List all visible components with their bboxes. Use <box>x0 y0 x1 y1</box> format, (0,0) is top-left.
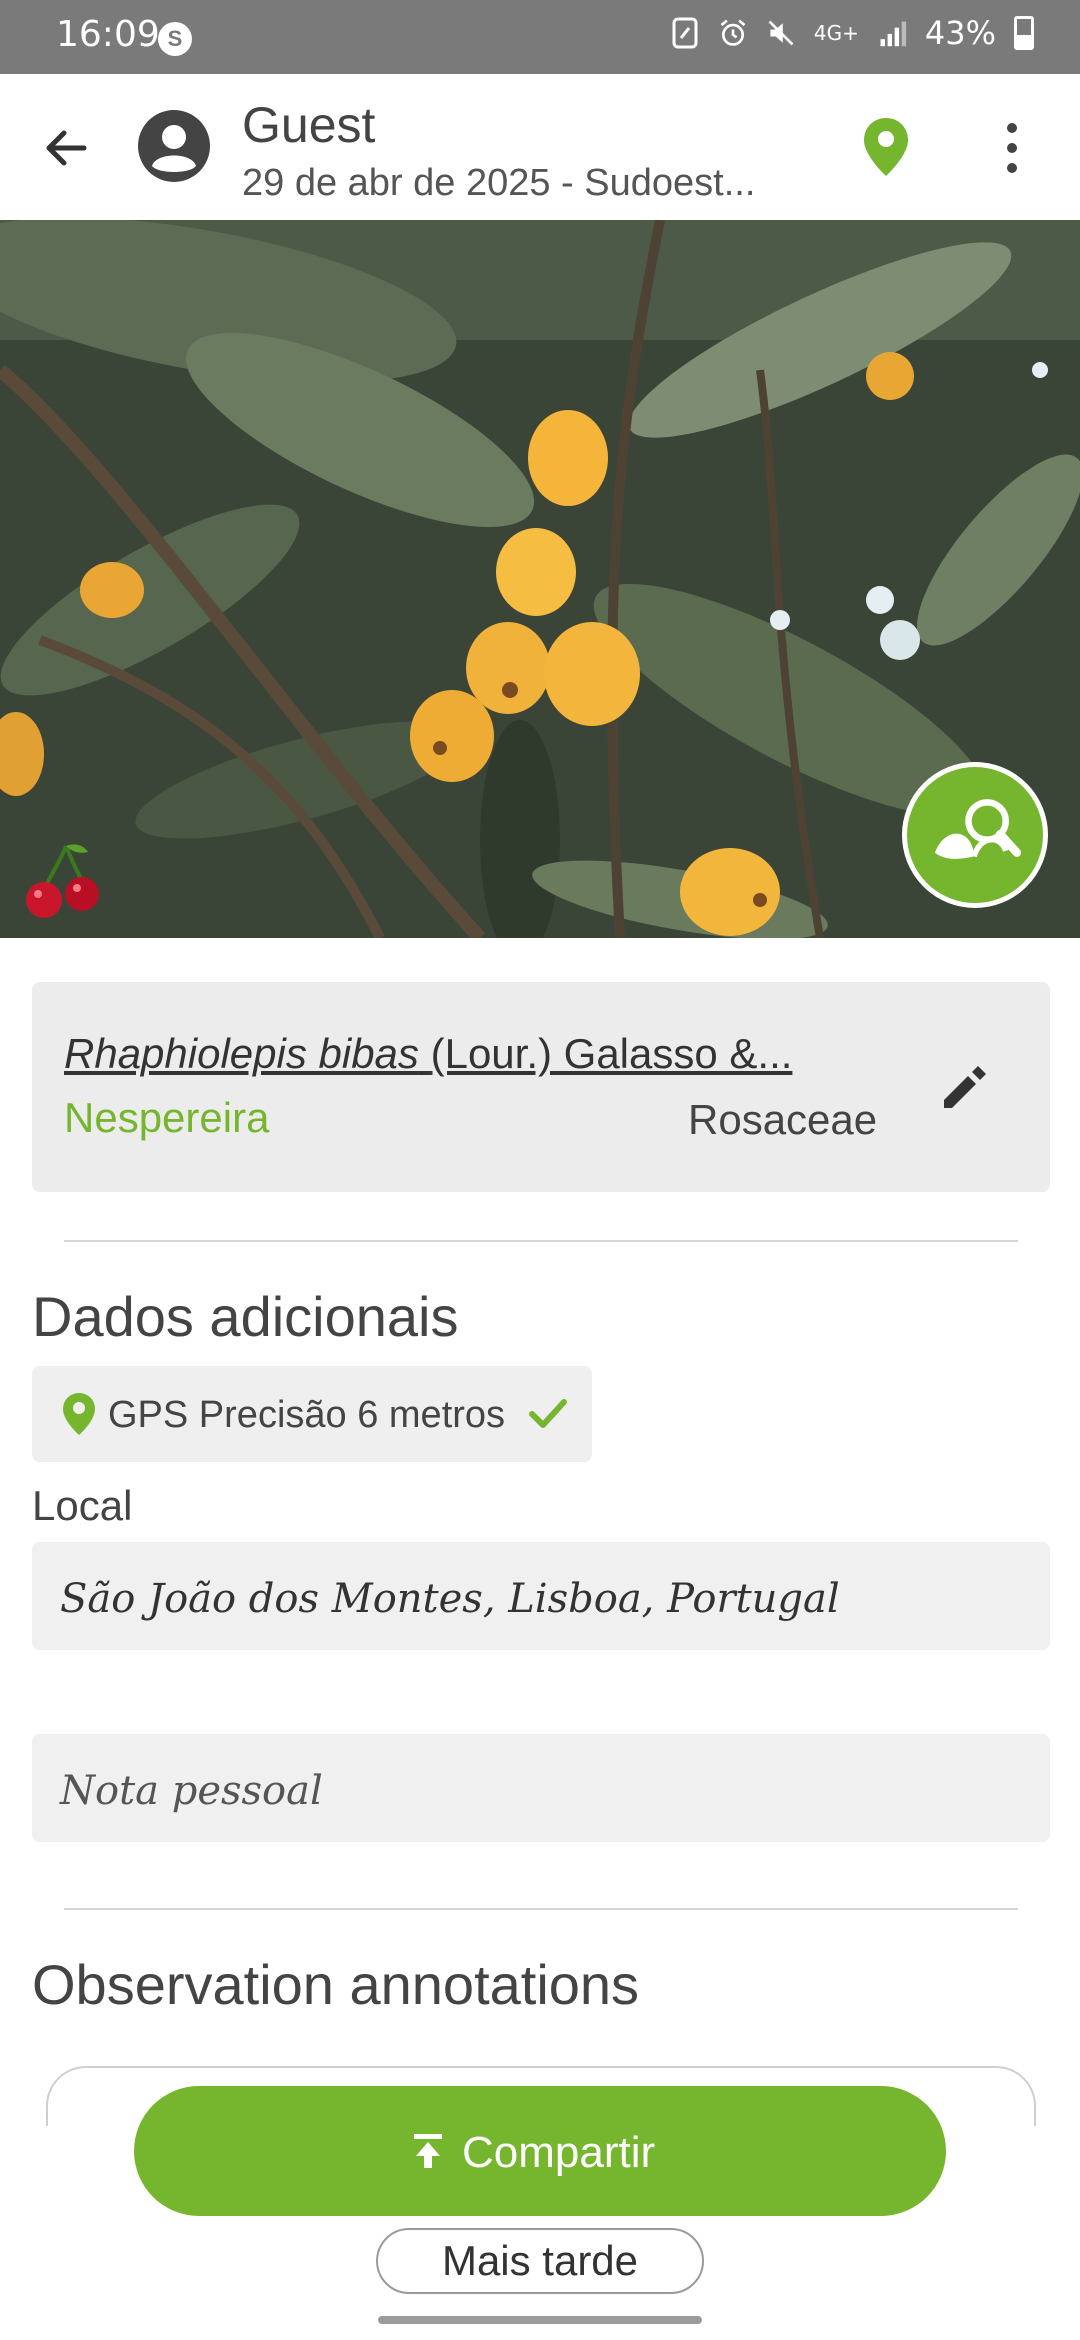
status-icons: 4G+ 43% <box>670 14 1034 52</box>
edit-pencil-icon[interactable] <box>934 1058 994 1118</box>
check-icon <box>529 1399 567 1428</box>
divider <box>64 1908 1018 1910</box>
more-vert-icon[interactable] <box>998 118 1026 178</box>
location-pin-icon[interactable] <box>862 116 910 178</box>
battery-percent: 43% <box>924 14 996 52</box>
battery-icon <box>1014 16 1034 50</box>
nfc-icon <box>672 17 698 49</box>
back-arrow-icon[interactable] <box>36 118 96 178</box>
taxon-card[interactable]: Rhaphiolepis bibas (Lour.) Galasso &... … <box>32 982 1050 1192</box>
notification-s-icon: S <box>158 22 192 56</box>
location-label: Local <box>32 1482 133 1529</box>
network-type: 4G+ <box>813 21 859 45</box>
cherry-icon <box>26 844 99 918</box>
plant-search-icon <box>934 799 1022 859</box>
taxon-common-name: Nespereira <box>64 1094 270 1141</box>
later-button[interactable]: Mais tarde <box>376 2228 704 2294</box>
alarm-icon <box>720 19 746 46</box>
status-bar: 16:09 S 4G+ 43% <box>0 0 1080 74</box>
personal-note-field[interactable]: Nota pessoal <box>32 1734 1050 1842</box>
share-button-label: Compartir <box>462 2128 656 2177</box>
taxon-family: Rosaceae <box>688 1096 878 1143</box>
page-title: Guest <box>242 97 376 153</box>
personal-note-placeholder: Nota pessoal <box>60 1768 323 1814</box>
identify-species-button[interactable] <box>902 762 1048 908</box>
home-indicator[interactable] <box>378 2316 702 2324</box>
gps-accuracy-text: GPS Precisão 6 metros <box>108 1394 506 1436</box>
divider <box>64 1240 1018 1242</box>
observation-date-place: 29 de abr de 2025 - Sudoest... <box>242 162 756 204</box>
taxon-genus-species: Rhaphiolepis bibas <box>64 1030 419 1077</box>
location-value: São João dos Montes, Lisboa, Portugal <box>60 1576 840 1622</box>
share-button[interactable]: Compartir <box>134 2086 946 2216</box>
upload-icon <box>414 2134 442 2168</box>
app-bar: Guest 29 de abr de 2025 - Sudoest... <box>0 74 1080 220</box>
taxon-authority: (Lour.) Galasso &... <box>430 1030 793 1077</box>
mute-icon <box>768 20 794 46</box>
signal-icon <box>880 21 906 47</box>
section-title-additional: Dados adicionais <box>32 1285 459 1348</box>
section-title-annotations: Observation annotations <box>32 1953 640 2016</box>
account-icon[interactable] <box>136 108 212 184</box>
location-field[interactable]: São João dos Montes, Lisboa, Portugal <box>32 1542 1050 1650</box>
gps-accuracy-chip[interactable]: GPS Precisão 6 metros <box>32 1366 592 1462</box>
status-time: 16:09 <box>56 14 160 55</box>
taxon-scientific-name[interactable]: Rhaphiolepis bibas (Lour.) Galasso &... <box>64 1030 874 1078</box>
location-pin-icon <box>63 1393 95 1435</box>
